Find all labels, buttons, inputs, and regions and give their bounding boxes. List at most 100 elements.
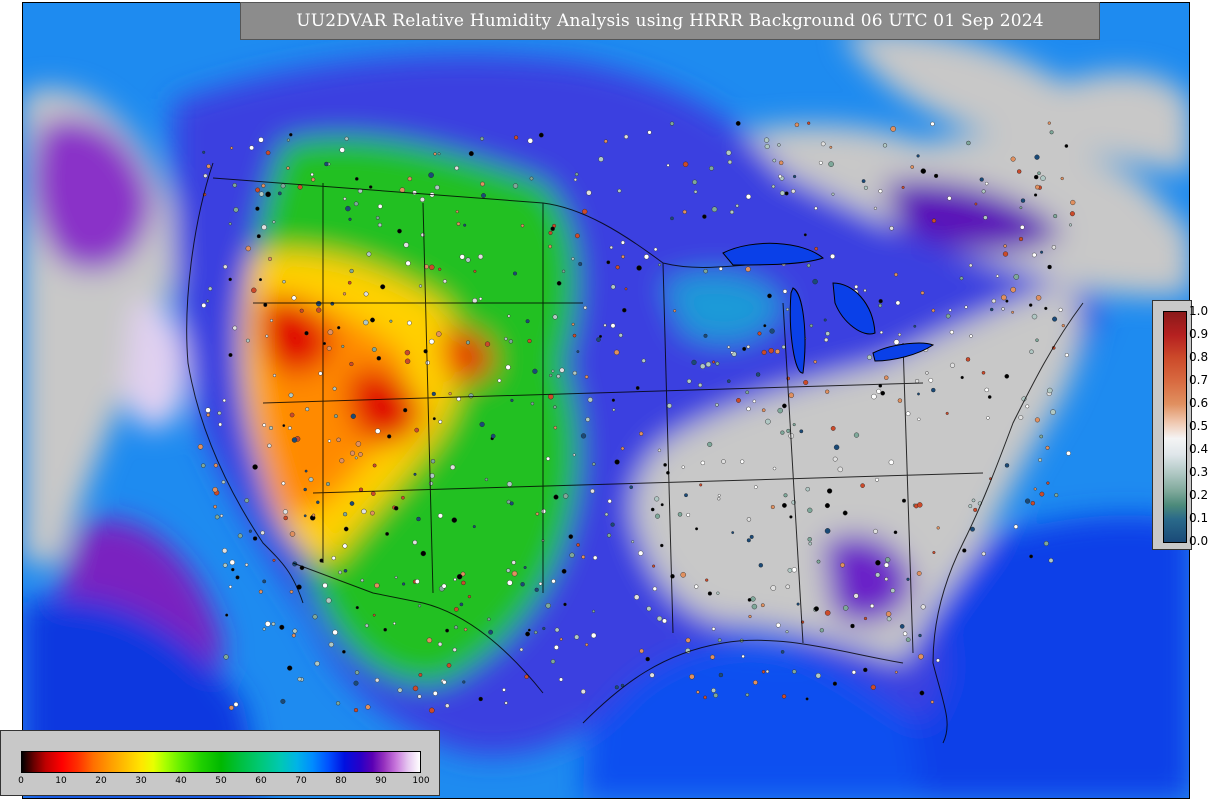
station-dot — [366, 251, 372, 257]
station-dot — [431, 391, 436, 396]
station-dot — [281, 481, 286, 486]
station-dot — [636, 265, 642, 271]
station-dot — [563, 602, 567, 607]
station-dot — [603, 139, 608, 144]
station-dot — [446, 663, 452, 668]
station-dot — [369, 185, 373, 189]
station-dot — [624, 287, 628, 291]
station-dot — [353, 201, 359, 207]
station-dot — [291, 633, 296, 638]
station-dot — [385, 532, 389, 536]
station-dot — [770, 505, 775, 510]
station-dot — [268, 426, 273, 431]
station-dot — [778, 174, 782, 179]
station-dot — [484, 341, 491, 347]
station-dot — [753, 680, 758, 685]
station-dot — [553, 494, 559, 500]
station-dot — [660, 503, 664, 507]
station-dot — [509, 501, 514, 506]
station-dot — [870, 684, 876, 690]
station-dot — [338, 570, 342, 575]
station-dot — [786, 307, 790, 311]
station-dot — [456, 221, 461, 226]
station-dot — [412, 540, 418, 545]
station-dot — [258, 589, 263, 594]
station-dot — [1001, 307, 1005, 311]
station-dot — [621, 254, 625, 259]
station-dot — [314, 660, 320, 667]
humidity-map — [23, 3, 1189, 798]
station-dot — [761, 349, 767, 355]
station-dot — [885, 611, 892, 617]
station-dot — [851, 670, 856, 675]
station-dot — [1019, 206, 1023, 210]
station-dot — [377, 222, 382, 228]
station-dot — [837, 466, 843, 473]
station-dot — [691, 359, 697, 366]
station-dot — [984, 387, 989, 393]
obs-tick-label: 0.9 — [1189, 327, 1209, 341]
station-dot — [583, 305, 588, 310]
station-dot — [490, 433, 496, 439]
station-dot — [745, 693, 750, 697]
station-dot — [324, 161, 329, 167]
station-dot — [1061, 324, 1065, 328]
station-dot — [996, 274, 1000, 278]
station-dot — [303, 514, 307, 518]
station-dot — [432, 417, 436, 421]
station-dot — [592, 609, 596, 613]
station-dot — [974, 202, 978, 206]
station-dot — [746, 517, 752, 522]
station-dot — [663, 463, 667, 467]
station-dot — [480, 136, 485, 141]
station-dot — [624, 134, 629, 140]
station-dot — [1035, 184, 1040, 190]
station-dot — [363, 291, 369, 297]
station-dot — [343, 569, 348, 573]
station-dot — [869, 603, 875, 609]
station-dot — [438, 267, 442, 271]
station-dot — [354, 177, 359, 181]
station-dot — [467, 594, 471, 599]
station-dot — [372, 613, 376, 617]
station-dot — [312, 513, 316, 517]
station-dot — [1068, 223, 1072, 227]
station-dot — [1054, 493, 1059, 498]
station-dot — [429, 264, 435, 270]
station-dot — [289, 132, 293, 137]
station-dot — [1064, 353, 1069, 358]
station-dot — [535, 512, 539, 516]
station-dot — [576, 350, 580, 353]
station-dot — [479, 421, 485, 428]
station-dot — [363, 319, 369, 326]
station-dot — [572, 333, 577, 338]
station-dot — [414, 579, 420, 584]
station-dot — [252, 536, 258, 541]
station-dot — [890, 126, 897, 132]
station-dot — [264, 621, 271, 627]
station-dot — [487, 617, 491, 621]
station-dot — [478, 696, 483, 702]
station-dot — [520, 223, 525, 228]
station-dot — [863, 185, 868, 190]
station-dot — [428, 707, 435, 714]
station-dot — [906, 577, 910, 581]
station-dot — [1034, 174, 1039, 180]
station-dot — [442, 279, 447, 284]
station-dot — [580, 689, 586, 695]
station-dot — [374, 582, 380, 589]
station-dot — [780, 650, 785, 654]
station-dot — [966, 140, 971, 146]
station-dot — [990, 307, 994, 312]
station-dot — [576, 543, 580, 547]
station-dot — [222, 563, 228, 568]
station-dot — [542, 626, 546, 631]
station-dot — [965, 357, 971, 362]
station-dot — [344, 136, 349, 141]
station-dot — [1035, 338, 1039, 342]
station-dot — [826, 488, 833, 494]
station-dot — [228, 585, 232, 589]
station-dot — [669, 121, 675, 126]
station-dot — [830, 425, 836, 431]
station-dot — [1047, 121, 1051, 125]
